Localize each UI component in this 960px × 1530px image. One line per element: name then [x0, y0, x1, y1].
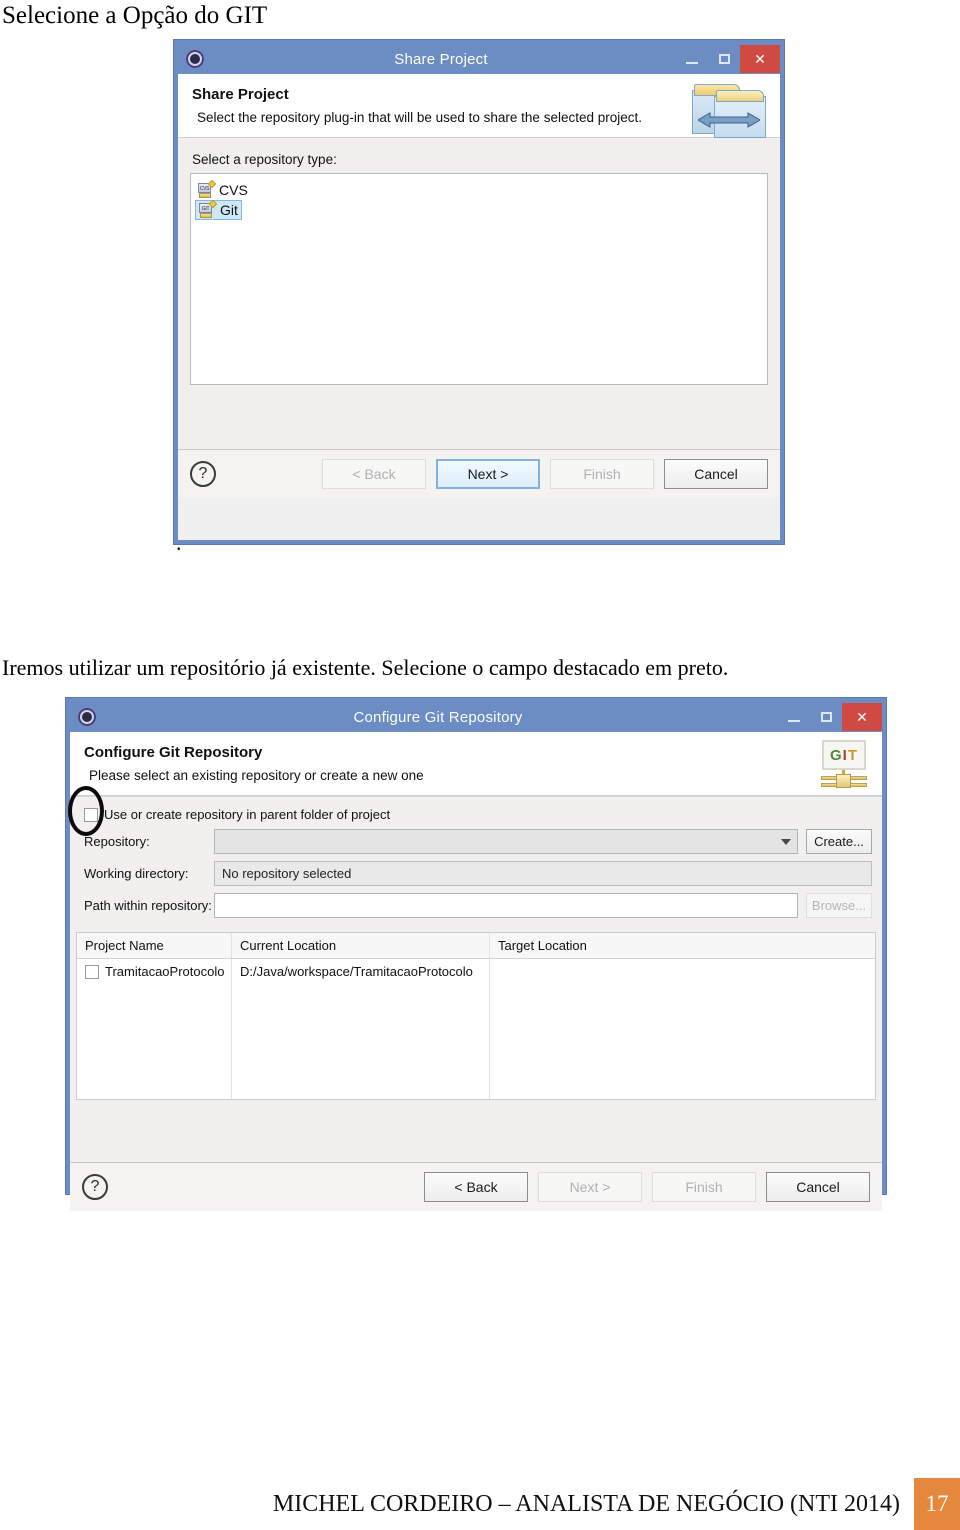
share-project-header: Share Project Select the repository plug… [178, 74, 780, 138]
back-button: < Back [322, 459, 426, 489]
share-project-dialog: Share Project ✕ Share Project Select the… [174, 40, 784, 544]
repository-type-list[interactable]: CVS CVS GIT Git [190, 173, 768, 385]
gear-icon [184, 48, 206, 70]
share-project-body: Select a repository type: CVS CVS GIT Gi… [178, 138, 780, 449]
configure-git-titlebar: Configure Git Repository ✕ [70, 702, 882, 732]
create-repository-button[interactable]: Create... [806, 829, 872, 854]
back-button[interactable]: < Back [424, 1172, 528, 1202]
footer-author-text: MICHEL CORDEIRO – ANALISTA DE NEGÓCIO (N… [272, 1490, 900, 1517]
repository-select[interactable] [214, 829, 798, 854]
configure-git-header-subtitle: Please select an existing repository or … [89, 768, 424, 783]
repository-type-label-git: Git [220, 202, 238, 218]
project-name-value: TramitacaoProtocolo [105, 964, 225, 979]
help-icon[interactable]: ? [190, 461, 216, 487]
working-directory-row: Working directory: No repository selecte… [84, 861, 872, 886]
close-icon[interactable]: ✕ [842, 703, 882, 731]
column-header-target-location[interactable]: Target Location [490, 933, 875, 958]
git-logo-icon: GIT [818, 740, 872, 790]
repository-field-row: Repository: Create... [84, 829, 872, 854]
share-project-header-title: Share Project [192, 86, 289, 103]
cancel-button[interactable]: Cancel [664, 459, 768, 489]
path-within-repository-row: Path within repository: Browse... [84, 893, 872, 918]
configure-git-header: Configure Git Repository Please select a… [70, 732, 882, 796]
shared-folders-icon [692, 82, 770, 140]
project-row-target-location-cell [490, 959, 875, 1099]
table-row[interactable]: TramitacaoProtocolo [77, 959, 232, 1099]
projects-table: Project Name Current Location Target Loc… [76, 932, 876, 1100]
repository-type-label: Select a repository type: [192, 152, 337, 167]
next-button: Next > [538, 1172, 642, 1202]
column-header-current-location[interactable]: Current Location [232, 933, 490, 958]
git-repository-icon: GIT [199, 199, 218, 218]
project-row-current-location-cell: D:/Java/workspace/TramitacaoProtocolo [232, 959, 490, 1099]
maximize-button[interactable] [708, 45, 740, 73]
working-directory-value: No repository selected [214, 861, 872, 886]
share-project-button-bar: ? < Back Next > Finish Cancel [178, 449, 780, 498]
configure-git-body-spacer [70, 1100, 882, 1162]
close-icon[interactable]: ✕ [740, 45, 780, 73]
current-location-value: D:/Java/workspace/TramitacaoProtocolo [240, 964, 473, 979]
finish-button: Finish [652, 1172, 756, 1202]
column-header-project-name[interactable]: Project Name [77, 933, 232, 958]
configure-git-title: Configure Git Repository [353, 708, 523, 726]
footer-page-number: 17 [914, 1478, 960, 1530]
chevron-down-icon [781, 838, 791, 845]
project-row-name-cell[interactable]: TramitacaoProtocolo [77, 959, 231, 984]
project-row-checkbox[interactable] [85, 964, 99, 979]
parent-folder-checkbox-row[interactable]: Use or create repository in parent folde… [84, 807, 872, 822]
target-location-value [490, 959, 875, 969]
share-project-titlebar: Share Project ✕ [178, 44, 780, 74]
minimize-button[interactable] [676, 45, 708, 73]
share-project-body-spacer [190, 385, 768, 449]
page-footer: MICHEL CORDEIRO – ANALISTA DE NEGÓCIO (N… [0, 1478, 960, 1530]
minimize-button[interactable] [778, 703, 810, 731]
window-controls: ✕ [778, 702, 882, 732]
browse-button: Browse... [806, 893, 872, 918]
repository-label: Repository: [84, 834, 150, 849]
repository-type-item-cvs[interactable]: CVS CVS [195, 179, 251, 199]
gear-icon [76, 706, 98, 728]
cvs-repository-icon: CVS [198, 179, 217, 198]
help-icon[interactable]: ? [82, 1174, 108, 1200]
window-controls: ✕ [676, 44, 780, 74]
configure-git-repository-dialog: Configure Git Repository ✕ Configure Git… [66, 698, 886, 1211]
repository-settings-section: Use or create repository in parent folde… [70, 796, 882, 929]
path-within-repository-input[interactable] [214, 893, 798, 918]
repository-type-item-git[interactable]: GIT Git [195, 199, 242, 220]
next-button[interactable]: Next > [436, 459, 540, 489]
parent-folder-checkbox-label: Use or create repository in parent folde… [104, 807, 391, 822]
finish-button: Finish [550, 459, 654, 489]
instruction-paragraph: Iremos utilizar um repositório já existe… [2, 655, 729, 680]
projects-table-header: Project Name Current Location Target Loc… [77, 933, 875, 959]
projects-table-body: TramitacaoProtocolo D:/Java/workspace/Tr… [77, 959, 875, 1099]
configure-git-button-bar: ? < Back Next > Finish Cancel [70, 1162, 882, 1211]
maximize-button[interactable] [810, 703, 842, 731]
cancel-button[interactable]: Cancel [766, 1172, 870, 1202]
configure-git-header-title: Configure Git Repository [84, 744, 263, 761]
working-directory-label: Working directory: [84, 866, 189, 881]
double-arrow-icon [698, 112, 760, 128]
page-title: Selecione a Opção do GIT [2, 2, 268, 29]
path-within-repository-label: Path within repository: [84, 898, 212, 913]
share-project-header-subtitle: Select the repository plug-in that will … [197, 110, 642, 125]
stray-period-mark: . [176, 530, 182, 555]
share-project-title: Share Project [394, 50, 488, 68]
parent-folder-checkbox[interactable] [84, 807, 98, 822]
repository-type-label-cvs: CVS [219, 182, 248, 198]
configure-git-body: Use or create repository in parent folde… [70, 796, 882, 1162]
